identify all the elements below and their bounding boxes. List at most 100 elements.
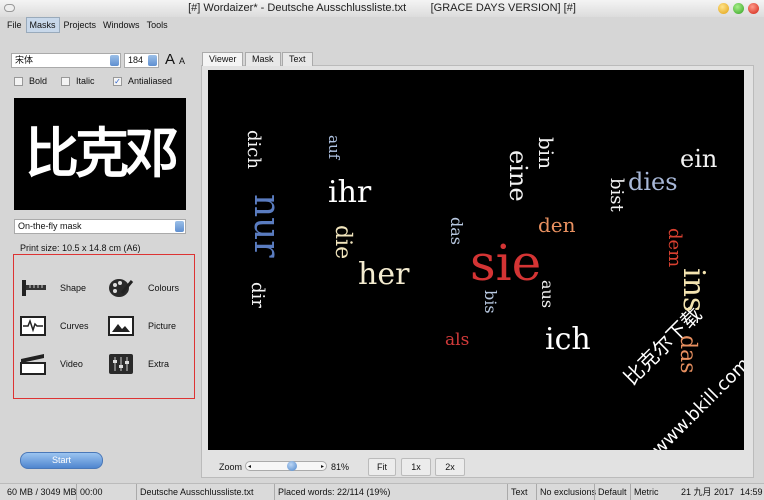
font-size-value: 184 [128,55,144,65]
window-title: [#] Wordaizer* - Deutsche Ausschlusslist… [188,2,576,14]
font-family-value: 宋体 [15,55,34,65]
tool-label: Curves [60,321,89,331]
italic-label: Italic [76,76,95,86]
cloud-word: ihr [328,175,372,210]
mask-select-value: On-the-fly mask [18,221,82,231]
units-status: Metric [630,484,659,500]
sliders-icon [108,353,134,375]
zoom-slider[interactable]: ◂ ▸ [245,461,327,471]
italic-checkbox[interactable]: Italic [61,76,95,87]
tab-viewer[interactable]: Viewer [202,52,244,66]
minimize-button[interactable] [718,3,729,14]
mask-preview: 比克邓 [14,98,186,210]
status-bar: 60 MB / 3049 MB 00:00 Deutsche Ausschlus… [0,483,764,500]
ruler-icon [20,277,46,299]
maximize-button[interactable] [733,3,744,14]
cloud-word: aus [538,280,557,309]
cloud-word: als [445,330,470,350]
picture-tool[interactable]: Picture [108,315,176,337]
word-cloud-canvas[interactable]: 比克尔下载 www.bkill.com dich nur dir auf ihr die h… [208,70,744,450]
cloud-word: dem [664,228,685,268]
tool-label: Shape [60,283,87,293]
checkbox-icon [14,77,23,87]
cloud-word: ins [676,268,711,313]
title-bar: [#] Wordaizer* - Deutsche Ausschlusslist… [0,0,764,17]
cloud-word: dir [247,282,268,308]
cloud-word: die [330,225,355,260]
zoom-value: 81% [331,462,350,472]
mask-preview-text: 比克邓 [25,122,179,185]
cloud-word: dies [628,168,678,196]
print-size-label: Print size: 10.5 x 14.8 cm (A6) [20,243,141,253]
font-size-spinner[interactable]: 184 [124,53,159,68]
cloud-word: ich [545,322,591,357]
zoom-1x-button[interactable]: 1x [401,458,431,476]
checkmark-icon: ✓ [113,77,122,87]
cloud-word: nur [246,194,287,258]
placed-words-status: Placed words: 22/114 (19%) [274,484,390,500]
cloud-word: das [447,217,466,245]
tab-text[interactable]: Text [282,52,313,66]
spinner-icon [175,221,184,232]
video-tool[interactable]: Video [20,353,83,375]
time-status: 00:00 [76,484,103,500]
menu-windows[interactable]: Windows [100,17,143,33]
memory-status: 60 MB / 3049 MB [7,487,77,497]
close-button[interactable] [748,3,759,14]
grow-font-button[interactable]: A [165,51,175,68]
tab-mask[interactable]: Mask [245,52,281,66]
menu-tools[interactable]: Tools [144,17,171,33]
mode-status: Text [507,484,528,500]
zoom-2x-button[interactable]: 2x [435,458,465,476]
window-menu-icon[interactable] [4,4,15,12]
menu-masks[interactable]: Masks [25,17,60,33]
shrink-font-button[interactable]: A [179,56,185,66]
spinner-icon [110,55,119,66]
bold-checkbox[interactable]: Bold [14,76,48,87]
tool-label: Colours [148,283,180,293]
zoom-slider-thumb[interactable] [286,461,297,471]
tool-label: Video [60,359,83,369]
slider-left-arrow-icon[interactable]: ◂ [248,463,251,470]
palette-icon [108,277,134,299]
tool-label: Picture [148,321,177,331]
spinner-icon [148,55,157,66]
antialiased-label: Antialiased [128,76,173,86]
bold-label: Bold [29,76,48,86]
waveform-icon [20,315,46,337]
cloud-word: den [538,213,576,237]
cloud-word: bin [534,137,558,170]
cloud-word: eine [504,150,532,202]
preset-status: Default [594,484,627,500]
clapperboard-icon [20,353,46,375]
clock-status: 14:59 [740,487,763,497]
cloud-word: ein [680,145,718,173]
tool-label: Extra [148,359,170,369]
antialiased-checkbox[interactable]: ✓ Antialiased [113,76,173,87]
cloud-word: bist [606,178,627,212]
cloud-word: dich [243,130,264,169]
cloud-word: das [675,335,700,374]
cloud-word: auf [325,135,343,160]
date-status: 21 九月 2017 [681,487,735,497]
extra-tool[interactable]: Extra [108,353,169,375]
file-status: Deutsche Ausschlussliste.txt [136,484,254,500]
slider-right-arrow-icon[interactable]: ▸ [321,463,324,470]
mask-select[interactable]: On-the-fly mask [14,219,186,234]
cloud-word: bis [481,290,500,314]
shape-tool[interactable]: Shape [20,277,86,299]
exclusions-status: No exclusions [536,484,596,500]
curves-tool[interactable]: Curves [20,315,89,337]
colours-tool[interactable]: Colours [108,277,179,299]
font-family-select[interactable]: 宋体 [11,53,121,68]
menu-bar: File Masks Projects Windows Tools [0,17,764,33]
fit-button[interactable]: Fit [368,458,396,476]
checkbox-icon [61,77,70,87]
menu-projects[interactable]: Projects [61,17,100,33]
start-button[interactable]: Start [20,452,103,469]
cloud-word: sie [470,234,542,292]
menu-file[interactable]: File [4,17,25,33]
cloud-word: her [358,257,410,292]
zoom-label: Zoom [219,462,243,472]
picture-icon [108,315,134,337]
